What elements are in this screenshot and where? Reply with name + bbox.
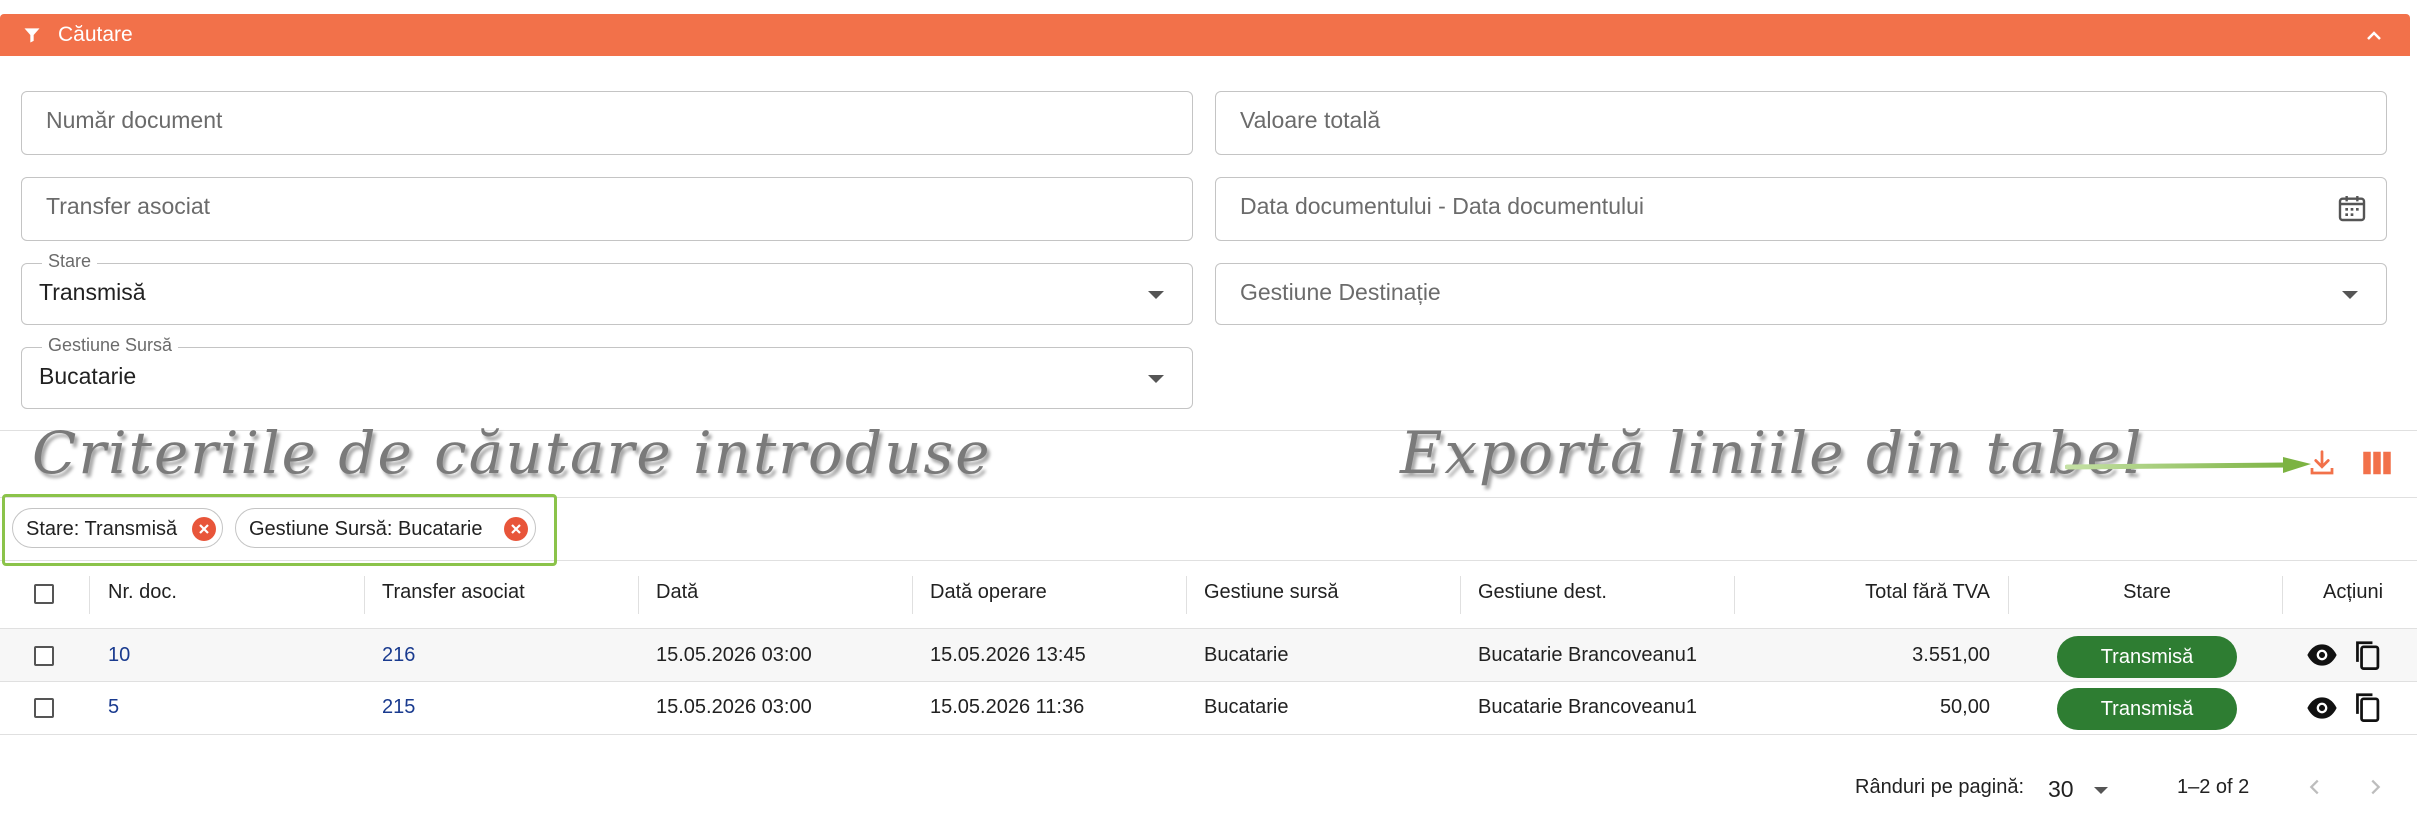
remove-filter-icon[interactable] — [504, 517, 528, 541]
date-range-field[interactable]: Data documentului - Data documentului — [1215, 177, 2387, 241]
doc-number-link[interactable]: 10 — [108, 644, 130, 667]
search-panel-title: Căutare — [58, 23, 133, 46]
status-badge: Transmisă — [2057, 688, 2237, 730]
associated-transfer-placeholder: Transfer asociat — [46, 193, 211, 219]
column-separator — [1734, 576, 1735, 614]
rows-per-page-value: 30 — [2048, 776, 2074, 802]
source-select-label: Gestiune Sursă — [42, 335, 179, 356]
divider — [0, 734, 2417, 735]
column-header-source[interactable]: Gestiune sursă — [1204, 581, 1339, 604]
select-all-checkbox[interactable] — [34, 584, 54, 604]
eye-icon[interactable] — [2306, 643, 2338, 667]
copy-icon[interactable] — [2353, 640, 2381, 670]
total-value-placeholder: Valoare totală — [1240, 107, 1381, 133]
filter-chip-status[interactable]: Stare: Transmisă — [12, 508, 223, 548]
column-header-dest[interactable]: Gestiune dest. — [1478, 581, 1607, 604]
column-separator — [2282, 576, 2283, 614]
document-number-field[interactable]: Număr document — [21, 91, 1193, 155]
dest-cell: Bucatarie Brancoveanu1 — [1478, 644, 1698, 666]
source-select[interactable]: Gestiune Sursă Bucatarie — [21, 335, 1193, 409]
rows-per-page-label: Rânduri pe pagină: — [1855, 776, 2025, 798]
divider — [0, 681, 2417, 682]
status-select[interactable]: Stare Transmisă — [21, 251, 1193, 325]
column-separator — [1460, 576, 1461, 614]
document-number-placeholder: Număr document — [46, 107, 223, 133]
dropdown-arrow-icon — [1148, 291, 1164, 299]
column-header-actions: Acțiuni — [2323, 581, 2384, 603]
transfer-link[interactable]: 215 — [382, 696, 415, 719]
column-header-op-date[interactable]: Dată operare — [930, 581, 1047, 604]
destination-select[interactable]: Gestiune Destinație — [1215, 263, 2387, 325]
annotation-criteria: Criteriile de căutare introduse — [32, 419, 992, 487]
dest-cell: Bucatarie Brancoveanu1 — [1478, 696, 1698, 718]
source-cell: Bucatarie — [1204, 644, 1289, 666]
download-icon[interactable] — [2307, 448, 2337, 478]
annotation-arrow — [2065, 457, 2311, 473]
filter-chip-source[interactable]: Gestiune Sursă: Bucatarie — [235, 508, 536, 548]
search-panel-header[interactable]: Căutare — [0, 14, 2410, 56]
source-cell: Bucatarie — [1204, 696, 1289, 718]
columns-icon[interactable] — [2362, 450, 2392, 476]
filter-icon — [24, 28, 40, 43]
dropdown-arrow-icon — [2094, 787, 2108, 794]
column-header-status[interactable]: Stare — [2077, 581, 2217, 604]
op-date-cell: 15.05.2026 11:36 — [930, 696, 1085, 718]
column-separator — [912, 576, 913, 614]
date-cell: 15.05.2026 03:00 — [656, 696, 812, 718]
column-separator — [1186, 576, 1187, 614]
dropdown-arrow-icon — [1148, 375, 1164, 383]
total-cell: 50,00 — [1939, 696, 1990, 718]
previous-page-icon[interactable] — [2304, 776, 2326, 798]
total-value-field[interactable]: Valoare totală — [1215, 91, 2387, 155]
column-header-transfer[interactable]: Transfer asociat — [382, 581, 525, 604]
annotation-export: Exportă liniile din tabel — [1400, 419, 2144, 487]
dropdown-arrow-icon — [2342, 291, 2358, 299]
chevron-up-icon[interactable] — [2362, 24, 2386, 48]
pagination-range: 1–2 of 2 — [2177, 776, 2250, 798]
doc-number-link[interactable]: 5 — [108, 696, 119, 719]
status-select-value: Transmisă — [39, 279, 146, 305]
associated-transfer-field[interactable]: Transfer asociat — [21, 177, 1193, 241]
copy-icon[interactable] — [2353, 692, 2381, 722]
status-badge: Transmisă — [2057, 636, 2237, 678]
eye-icon[interactable] — [2306, 696, 2338, 720]
remove-filter-icon[interactable] — [192, 517, 216, 541]
op-date-cell: 15.05.2026 13:45 — [930, 644, 1086, 666]
column-separator — [364, 576, 365, 614]
date-cell: 15.05.2026 03:00 — [656, 644, 812, 666]
source-select-value: Bucatarie — [39, 363, 137, 389]
column-header-total-label: Total fără TVA — [1865, 581, 1990, 603]
row-checkbox[interactable] — [34, 646, 54, 666]
transfer-link[interactable]: 216 — [382, 644, 415, 667]
status-select-label: Stare — [42, 251, 98, 272]
destination-select-placeholder: Gestiune Destinație — [1240, 279, 1441, 305]
rows-per-page-select[interactable]: 30 — [2046, 770, 2116, 806]
calendar-icon[interactable] — [2336, 192, 2368, 224]
column-header-date[interactable]: Dată — [656, 581, 698, 604]
total-cell: 3.551,00 — [1912, 644, 1990, 666]
date-range-placeholder: Data documentului - Data documentului — [1240, 193, 1645, 219]
column-separator — [2008, 576, 2009, 614]
column-separator — [89, 576, 90, 614]
row-checkbox[interactable] — [34, 698, 54, 718]
filter-chip-label: Gestiune Sursă: Bucatarie — [249, 518, 483, 540]
column-header-doc[interactable]: Nr. doc. — [108, 581, 177, 604]
next-page-icon[interactable] — [2364, 776, 2386, 798]
filter-chip-label: Stare: Transmisă — [26, 518, 178, 540]
column-separator — [638, 576, 639, 614]
